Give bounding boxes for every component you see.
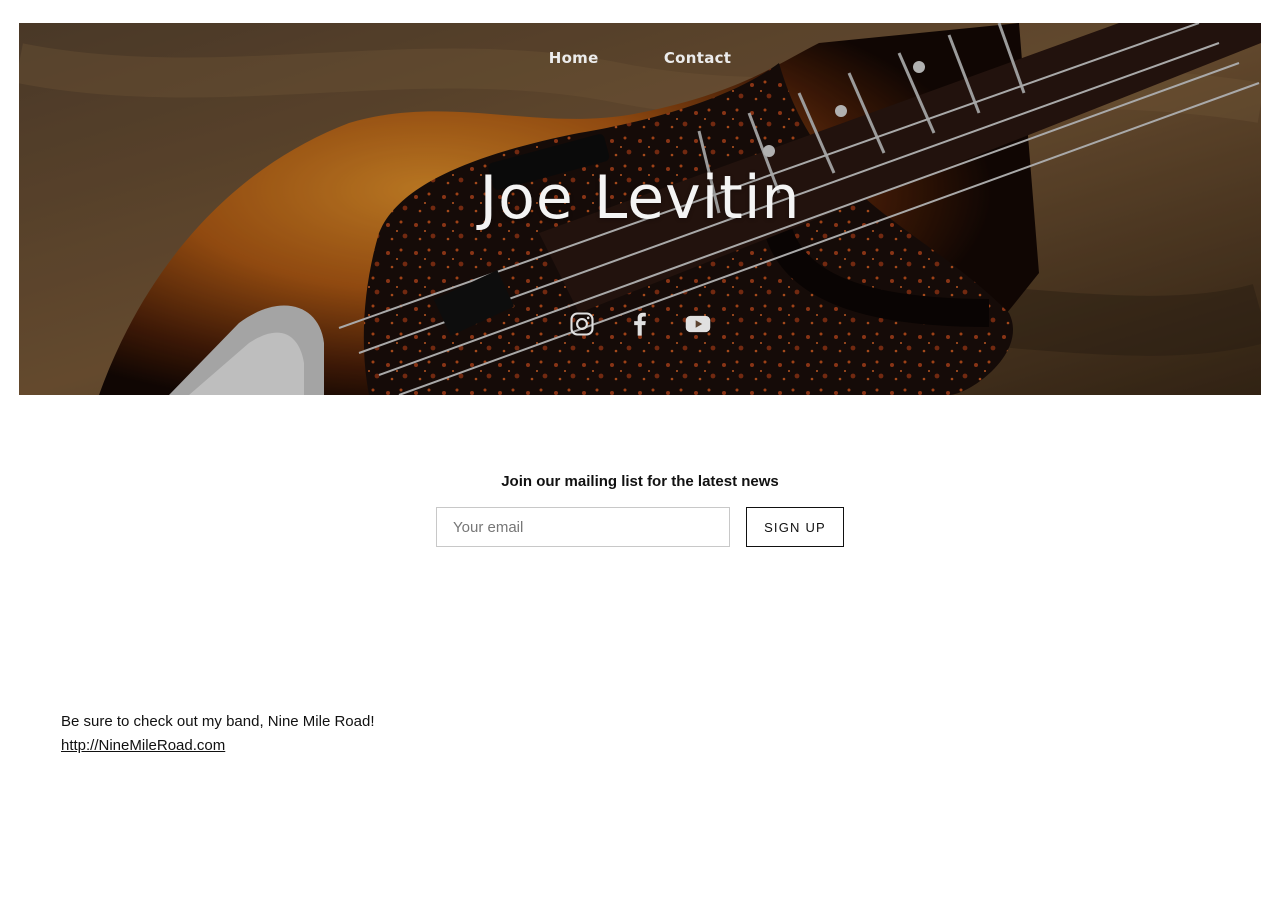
newsletter-heading: Join our mailing list for the latest new… [501,473,779,490]
youtube-link[interactable] [684,310,712,338]
nav-link-home[interactable]: Home [549,49,599,67]
facebook-icon [634,312,646,336]
main-nav: Home Contact [19,49,1261,67]
social-links [19,310,1261,338]
nav-link-contact[interactable]: Contact [664,49,731,67]
band-note: Be sure to check out my band, Nine Mile … [61,710,375,758]
band-website-link[interactable]: http://NineMileRoad.com [61,737,225,754]
instagram-link[interactable] [568,310,596,338]
newsletter-form: SIGN UP [0,507,1280,547]
facebook-link[interactable] [626,310,654,338]
hero-banner: Home Contact Joe Levitin [19,23,1261,395]
site-title: Joe Levitin [479,163,801,233]
sign-up-button[interactable]: SIGN UP [746,507,844,547]
instagram-icon [570,312,594,336]
band-note-text: Be sure to check out my band, Nine Mile … [61,713,375,730]
newsletter-section: Join our mailing list for the latest new… [0,473,1280,547]
email-input[interactable] [436,507,730,547]
youtube-icon [685,315,711,333]
